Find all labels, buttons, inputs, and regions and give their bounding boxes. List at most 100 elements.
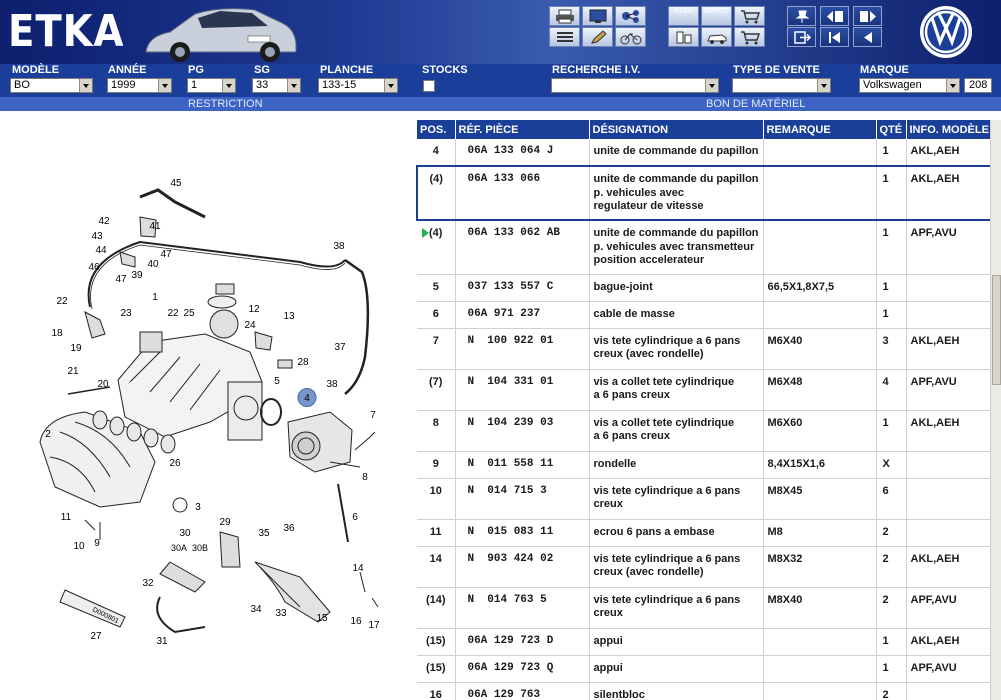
diagram-label[interactable]: 45 bbox=[170, 178, 182, 189]
diagram-label[interactable]: 15 bbox=[316, 613, 328, 624]
table-row[interactable]: 8 N 104 239 03 vis a collet tete cylindriq… bbox=[417, 410, 990, 452]
table-scrollbar[interactable] bbox=[990, 120, 1001, 700]
table-row[interactable]: 14 N 903 424 02 vis tete cylindrique a 6 p… bbox=[417, 546, 990, 588]
diagram-label[interactable]: 5 bbox=[274, 376, 280, 387]
recherche-select[interactable] bbox=[551, 78, 719, 93]
table-row[interactable]: (4) 06A 133 062 AB unite de commande du pa… bbox=[417, 220, 990, 275]
diagram-label[interactable]: 30A bbox=[171, 543, 187, 553]
diagram-label[interactable]: 19 bbox=[70, 343, 82, 354]
diagram-label[interactable]: 47 bbox=[115, 274, 127, 285]
column-header[interactable]: QTÉ bbox=[876, 120, 907, 139]
table-row[interactable]: 5 037 133 557 C bague-joint 66,5X1,8X7,5 1 bbox=[417, 274, 990, 302]
marque-select[interactable]: Volkswagen bbox=[859, 78, 960, 93]
diagram-label[interactable]: 26 bbox=[169, 458, 181, 469]
type-vente-select[interactable] bbox=[732, 78, 831, 93]
chevron-down-icon[interactable] bbox=[222, 79, 235, 92]
diagram-label[interactable]: 35 bbox=[258, 528, 270, 539]
column-header[interactable]: REMARQUE bbox=[763, 120, 877, 139]
diagram-label[interactable]: 37 bbox=[334, 342, 346, 353]
diagram-label[interactable]: 30B bbox=[192, 543, 208, 553]
cart-icon[interactable] bbox=[734, 6, 765, 26]
diagram-label[interactable]: 9 bbox=[94, 538, 100, 549]
diagram-label[interactable]: 21 bbox=[67, 366, 79, 377]
diagram-label[interactable]: 10 bbox=[73, 541, 85, 552]
diagram-label[interactable]: 18 bbox=[51, 328, 63, 339]
bicycle-icon[interactable] bbox=[615, 27, 646, 47]
table-row[interactable]: (15) 06A 129 723 Q appui 1 APF,AVU bbox=[417, 655, 990, 683]
diagram-label[interactable]: 28 bbox=[297, 357, 309, 368]
sg-select[interactable]: 33 bbox=[252, 78, 301, 93]
diagram-label[interactable]: 41 bbox=[149, 221, 161, 232]
diagram-label[interactable]: 30 bbox=[179, 528, 191, 539]
stocks-checkbox[interactable] bbox=[423, 80, 435, 92]
diagram-label[interactable]: 36 bbox=[283, 523, 295, 534]
depot-icon[interactable]: DEPOT bbox=[701, 6, 732, 26]
chevron-down-icon[interactable] bbox=[287, 79, 300, 92]
diagram-label[interactable]: 32 bbox=[142, 578, 154, 589]
diagram-label[interactable]: 20 bbox=[97, 379, 109, 390]
diagram-label[interactable]: 8 bbox=[362, 472, 368, 483]
chevron-down-icon[interactable] bbox=[705, 79, 718, 92]
chevron-down-icon[interactable] bbox=[158, 79, 171, 92]
diagram-label[interactable]: 33 bbox=[275, 608, 287, 619]
table-row[interactable]: 9 N 011 558 11 rondelle 8,4X15X1,6 X bbox=[417, 451, 990, 479]
column-header[interactable]: POS. bbox=[417, 120, 456, 139]
diagram-label[interactable]: 44 bbox=[95, 245, 107, 256]
diagram-label[interactable]: 42 bbox=[98, 216, 110, 227]
diagram-label[interactable]: 4 bbox=[304, 393, 310, 404]
column-header[interactable]: RÉF. PIÈCE bbox=[455, 120, 590, 139]
diagram-label[interactable]: 34 bbox=[250, 604, 262, 615]
chevron-down-icon[interactable] bbox=[946, 79, 959, 92]
diagram-label[interactable]: 25 bbox=[183, 308, 195, 319]
diagram-label[interactable]: 29 bbox=[219, 517, 231, 528]
network-icon[interactable] bbox=[615, 6, 646, 26]
diagram-label[interactable]: 31 bbox=[156, 636, 168, 647]
tools-icon[interactable] bbox=[668, 27, 699, 47]
pg-select[interactable]: 1 bbox=[187, 78, 236, 93]
diagram-label[interactable]: 22 bbox=[56, 296, 68, 307]
table-row[interactable]: 16 06A 129 763 silentbloc 2 bbox=[417, 682, 990, 700]
diagram-label[interactable]: 43 bbox=[91, 231, 103, 242]
prev-icon[interactable] bbox=[853, 27, 882, 47]
diagram-label[interactable]: 46 bbox=[88, 262, 100, 273]
table-row[interactable]: 10 N 014 715 3 vis tete cylindrique a 6 pa… bbox=[417, 478, 990, 520]
chevron-down-icon[interactable] bbox=[817, 79, 830, 92]
diagram-label[interactable]: 7 bbox=[370, 410, 376, 421]
diagram-label[interactable]: 38 bbox=[326, 379, 338, 390]
first-icon[interactable] bbox=[820, 27, 849, 47]
column-header[interactable]: DÉSIGNATION bbox=[589, 120, 764, 139]
diagram-label[interactable]: 13 bbox=[283, 311, 295, 322]
diagram-label[interactable]: 17 bbox=[368, 620, 380, 631]
table-row[interactable]: 7 N 100 922 01 vis tete cylindrique a 6 pa… bbox=[417, 328, 990, 370]
elsa-icon[interactable]: ELSA bbox=[668, 6, 699, 26]
exit-icon[interactable] bbox=[787, 27, 816, 47]
diagram-label[interactable]: 22 bbox=[167, 308, 179, 319]
diagram-label[interactable]: 47 bbox=[160, 249, 172, 260]
page-forward-icon[interactable] bbox=[853, 6, 882, 26]
chevron-down-icon[interactable] bbox=[79, 79, 92, 92]
printer-icon[interactable] bbox=[549, 6, 580, 26]
planche-select[interactable]: 133-15 bbox=[318, 78, 398, 93]
diagram-label[interactable]: 11 bbox=[61, 512, 72, 523]
scrollbar-thumb[interactable] bbox=[992, 275, 1001, 385]
annee-select[interactable]: 1999 bbox=[107, 78, 172, 93]
diagram-label[interactable]: 39 bbox=[131, 270, 143, 281]
table-row[interactable]: 4 06A 133 064 J unite de commande du papil… bbox=[417, 139, 990, 167]
diagram-label[interactable]: 2 bbox=[45, 429, 51, 440]
table-row[interactable]: (7) N 104 331 01 vis a collet tete cylindr… bbox=[417, 369, 990, 411]
table-row[interactable]: 6 06A 971 237 cable de masse 1 bbox=[417, 301, 990, 329]
diagram-label[interactable]: 24 bbox=[244, 320, 256, 331]
diagram-label[interactable]: 1 bbox=[152, 292, 158, 303]
table-row[interactable]: (15) 06A 129 723 D appui 1 AKL,AEH bbox=[417, 628, 990, 656]
diagram-label[interactable]: 38 bbox=[333, 241, 345, 252]
diagram-label[interactable]: 40 bbox=[147, 259, 159, 270]
table-row[interactable]: (14) N 014 763 5 vis tete cylindrique a 6 … bbox=[417, 587, 990, 629]
column-header[interactable]: INFO. MODÈLE bbox=[906, 120, 990, 139]
diagram-label[interactable]: 16 bbox=[350, 616, 362, 627]
pencil-icon[interactable] bbox=[582, 27, 613, 47]
car-icon[interactable] bbox=[701, 27, 732, 47]
diagram-label[interactable]: 27 bbox=[90, 631, 102, 642]
table-row[interactable]: (4) 06A 133 066 unite de commande du papil… bbox=[416, 165, 990, 221]
diagram-label[interactable]: 3 bbox=[195, 502, 201, 513]
list-icon[interactable] bbox=[549, 27, 580, 47]
